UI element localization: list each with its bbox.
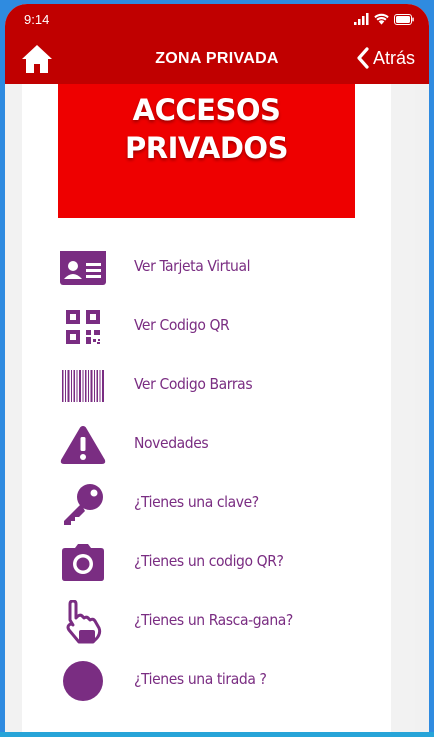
menu-item-label: ¿Tienes un codigo QR? [134,552,284,570]
phone-screen: 9:14 ZONA PRIVADA Atrás ACCESOS PRIVADOS… [5,4,429,732]
banner-title: ACCESOS PRIVADOS [125,93,288,165]
menu-item-label: ¿Tienes una clave? [134,493,259,511]
scrollbar-track[interactable] [415,84,429,732]
menu-item-label: Ver Codigo QR [134,316,230,334]
menu-item-label: Novedades [134,434,209,452]
menu-item-label: ¿Tienes una tirada ? [134,670,267,688]
bottom-edge [0,732,434,737]
circle-icon [59,659,107,703]
menu-item-codigo-barras[interactable]: Ver Codigo Barras [22,360,391,412]
menu-item-rasca-gana[interactable]: ¿Tienes un Rasca-gana? [22,596,391,648]
chevron-left-icon [357,47,369,69]
key-icon [59,482,107,526]
menu-item-tarjeta-virtual[interactable]: Ver Tarjeta Virtual [22,242,391,294]
qr-code-icon [59,305,107,349]
menu-item-label: Ver Tarjeta Virtual [134,257,251,275]
private-access-banner: ACCESOS PRIVADOS [58,84,355,218]
status-time: 9:14 [24,12,50,27]
menu-item-label: ¿Tienes un Rasca-gana? [134,611,293,629]
back-label: Atrás [372,47,415,68]
menu-item-clave[interactable]: ¿Tienes una clave? [22,478,391,530]
wifi-icon [374,13,389,25]
signal-icon [354,13,369,25]
id-card-icon [59,246,107,290]
menu-item-novedades[interactable]: Novedades [22,419,391,471]
battery-icon [394,14,414,25]
hand-pointer-icon [59,600,107,644]
status-bar: 9:14 [5,4,429,34]
camera-icon [59,541,107,585]
barcode-icon [59,364,107,408]
menu-item-codigo-qr-camera[interactable]: ¿Tienes un codigo QR? [22,537,391,589]
app-header: ZONA PRIVADA Atrás [5,34,429,84]
main-content: ACCESOS PRIVADOS Ver Tarjeta Virtual Ver… [22,84,391,732]
menu-item-codigo-qr[interactable]: Ver Codigo QR [22,301,391,353]
menu-item-tirada[interactable]: ¿Tienes una tirada ? [22,655,391,707]
warning-icon [59,423,107,467]
status-icons [354,13,414,25]
back-button[interactable]: Atrás [356,47,415,69]
menu-item-label: Ver Codigo Barras [134,375,253,393]
